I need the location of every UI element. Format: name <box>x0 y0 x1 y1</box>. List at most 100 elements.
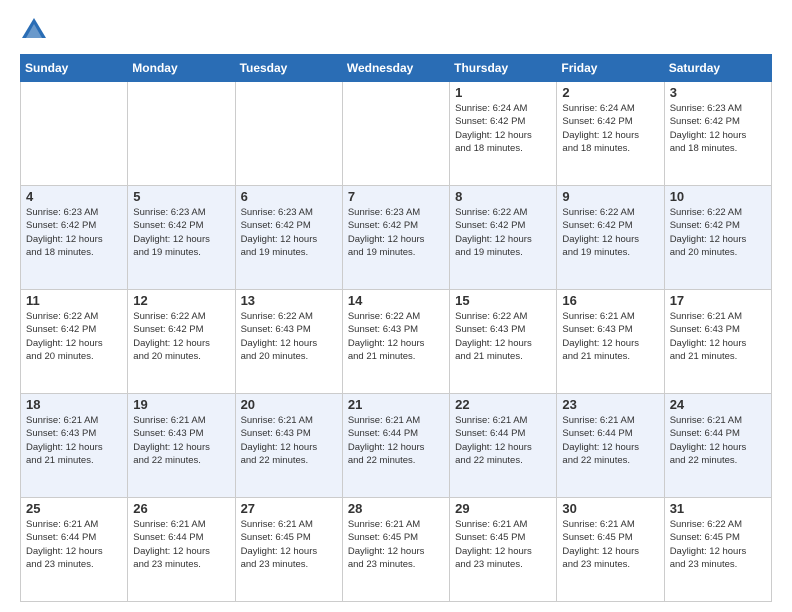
day-info: Sunrise: 6:21 AM Sunset: 6:43 PM Dayligh… <box>133 414 229 467</box>
page: SundayMondayTuesdayWednesdayThursdayFrid… <box>0 0 792 612</box>
day-number: 18 <box>26 397 122 412</box>
day-info: Sunrise: 6:22 AM Sunset: 6:43 PM Dayligh… <box>455 310 551 363</box>
day-info: Sunrise: 6:22 AM Sunset: 6:42 PM Dayligh… <box>455 206 551 259</box>
calendar-cell: 29 Sunrise: 6:21 AM Sunset: 6:45 PM Dayli… <box>450 498 557 602</box>
weekday-header-friday: Friday <box>557 55 664 82</box>
calendar-cell: 16Sunrise: 6:21 AM Sunset: 6:43 PM Dayli… <box>557 290 664 394</box>
calendar-cell: 22Sunrise: 6:21 AM Sunset: 6:44 PM Dayli… <box>450 394 557 498</box>
day-number: 27 <box>241 501 337 516</box>
day-number: 11 <box>26 293 122 308</box>
day-info: Sunrise: 6:24 AM Sunset: 6:42 PM Dayligh… <box>562 102 658 155</box>
calendar-cell: 20 Sunrise: 6:21 AM Sunset: 6:43 PM Dayli… <box>235 394 342 498</box>
day-number: 3 <box>670 85 766 100</box>
day-info: Sunrise: 6:22 AM Sunset: 6:42 PM Dayligh… <box>26 310 122 363</box>
day-number: 17 <box>670 293 766 308</box>
day-info: Sunrise: 6:23 AM Sunset: 6:42 PM Dayligh… <box>670 102 766 155</box>
calendar-cell: 6 Sunrise: 6:23 AM Sunset: 6:42 PM Daylig… <box>235 186 342 290</box>
calendar-cell: 2Sunrise: 6:24 AM Sunset: 6:42 PM Daylig… <box>557 82 664 186</box>
day-info: Sunrise: 6:22 AM Sunset: 6:43 PM Dayligh… <box>348 310 444 363</box>
calendar-cell: 25 Sunrise: 6:21 AM Sunset: 6:44 PM Dayli… <box>21 498 128 602</box>
day-number: 15 <box>455 293 551 308</box>
logo <box>20 16 52 44</box>
day-number: 13 <box>241 293 337 308</box>
day-number: 29 <box>455 501 551 516</box>
header <box>20 16 772 44</box>
day-number: 26 <box>133 501 229 516</box>
day-info: Sunrise: 6:23 AM Sunset: 6:42 PM Dayligh… <box>133 206 229 259</box>
calendar-cell: 26 Sunrise: 6:21 AM Sunset: 6:44 PM Dayli… <box>128 498 235 602</box>
calendar-cell: 24 Sunrise: 6:21 AM Sunset: 6:44 PM Dayli… <box>664 394 771 498</box>
calendar-cell: 7 Sunrise: 6:23 AM Sunset: 6:42 PM Daylig… <box>342 186 449 290</box>
day-info: Sunrise: 6:21 AM Sunset: 6:44 PM Dayligh… <box>26 518 122 571</box>
day-info: Sunrise: 6:21 AM Sunset: 6:43 PM Dayligh… <box>670 310 766 363</box>
calendar-cell: 12 Sunrise: 6:22 AM Sunset: 6:42 PM Dayli… <box>128 290 235 394</box>
calendar-cell: 28Sunrise: 6:21 AM Sunset: 6:45 PM Dayli… <box>342 498 449 602</box>
day-info: Sunrise: 6:23 AM Sunset: 6:42 PM Dayligh… <box>348 206 444 259</box>
day-number: 9 <box>562 189 658 204</box>
day-info: Sunrise: 6:21 AM Sunset: 6:45 PM Dayligh… <box>562 518 658 571</box>
day-number: 25 <box>26 501 122 516</box>
day-number: 10 <box>670 189 766 204</box>
calendar-cell: 11 Sunrise: 6:22 AM Sunset: 6:42 PM Dayli… <box>21 290 128 394</box>
day-number: 20 <box>241 397 337 412</box>
calendar-cell: 31 Sunrise: 6:22 AM Sunset: 6:45 PM Dayli… <box>664 498 771 602</box>
week-row-4: 18 Sunrise: 6:21 AM Sunset: 6:43 PM Dayli… <box>21 394 772 498</box>
calendar-cell <box>21 82 128 186</box>
day-number: 1 <box>455 85 551 100</box>
calendar-cell: 13 Sunrise: 6:22 AM Sunset: 6:43 PM Dayli… <box>235 290 342 394</box>
calendar-cell: 15 Sunrise: 6:22 AM Sunset: 6:43 PM Dayli… <box>450 290 557 394</box>
day-info: Sunrise: 6:22 AM Sunset: 6:43 PM Dayligh… <box>241 310 337 363</box>
day-info: Sunrise: 6:21 AM Sunset: 6:45 PM Dayligh… <box>241 518 337 571</box>
calendar-cell: 3 Sunrise: 6:23 AM Sunset: 6:42 PM Daylig… <box>664 82 771 186</box>
day-number: 31 <box>670 501 766 516</box>
weekday-header-row: SundayMondayTuesdayWednesdayThursdayFrid… <box>21 55 772 82</box>
calendar-cell <box>235 82 342 186</box>
day-number: 5 <box>133 189 229 204</box>
day-info: Sunrise: 6:22 AM Sunset: 6:42 PM Dayligh… <box>670 206 766 259</box>
calendar-cell <box>128 82 235 186</box>
day-number: 21 <box>348 397 444 412</box>
calendar-cell: 5 Sunrise: 6:23 AM Sunset: 6:42 PM Daylig… <box>128 186 235 290</box>
weekday-header-monday: Monday <box>128 55 235 82</box>
day-number: 4 <box>26 189 122 204</box>
calendar-cell: 10 Sunrise: 6:22 AM Sunset: 6:42 PM Dayli… <box>664 186 771 290</box>
calendar-cell <box>342 82 449 186</box>
day-number: 12 <box>133 293 229 308</box>
calendar-cell: 9 Sunrise: 6:22 AM Sunset: 6:42 PM Daylig… <box>557 186 664 290</box>
day-number: 6 <box>241 189 337 204</box>
week-row-5: 25 Sunrise: 6:21 AM Sunset: 6:44 PM Dayli… <box>21 498 772 602</box>
day-info: Sunrise: 6:21 AM Sunset: 6:44 PM Dayligh… <box>133 518 229 571</box>
day-number: 24 <box>670 397 766 412</box>
day-info: Sunrise: 6:21 AM Sunset: 6:43 PM Dayligh… <box>562 310 658 363</box>
weekday-header-tuesday: Tuesday <box>235 55 342 82</box>
day-number: 28 <box>348 501 444 516</box>
day-info: Sunrise: 6:22 AM Sunset: 6:42 PM Dayligh… <box>133 310 229 363</box>
day-number: 19 <box>133 397 229 412</box>
logo-icon <box>20 16 48 44</box>
day-info: Sunrise: 6:21 AM Sunset: 6:43 PM Dayligh… <box>241 414 337 467</box>
day-info: Sunrise: 6:21 AM Sunset: 6:44 PM Dayligh… <box>455 414 551 467</box>
weekday-header-sunday: Sunday <box>21 55 128 82</box>
day-info: Sunrise: 6:22 AM Sunset: 6:45 PM Dayligh… <box>670 518 766 571</box>
day-number: 30 <box>562 501 658 516</box>
day-number: 8 <box>455 189 551 204</box>
calendar-cell: 18Sunrise: 6:21 AM Sunset: 6:43 PM Dayli… <box>21 394 128 498</box>
weekday-header-thursday: Thursday <box>450 55 557 82</box>
day-info: Sunrise: 6:21 AM Sunset: 6:44 PM Dayligh… <box>348 414 444 467</box>
day-info: Sunrise: 6:21 AM Sunset: 6:44 PM Dayligh… <box>562 414 658 467</box>
week-row-3: 11 Sunrise: 6:22 AM Sunset: 6:42 PM Dayli… <box>21 290 772 394</box>
week-row-1: 1 Sunrise: 6:24 AM Sunset: 6:42 PM Daylig… <box>21 82 772 186</box>
calendar-cell: 8 Sunrise: 6:22 AM Sunset: 6:42 PM Daylig… <box>450 186 557 290</box>
day-info: Sunrise: 6:21 AM Sunset: 6:44 PM Dayligh… <box>670 414 766 467</box>
day-number: 7 <box>348 189 444 204</box>
calendar-cell: 21 Sunrise: 6:21 AM Sunset: 6:44 PM Dayli… <box>342 394 449 498</box>
day-info: Sunrise: 6:23 AM Sunset: 6:42 PM Dayligh… <box>26 206 122 259</box>
day-info: Sunrise: 6:22 AM Sunset: 6:42 PM Dayligh… <box>562 206 658 259</box>
weekday-header-wednesday: Wednesday <box>342 55 449 82</box>
day-info: Sunrise: 6:23 AM Sunset: 6:42 PM Dayligh… <box>241 206 337 259</box>
week-row-2: 4 Sunrise: 6:23 AM Sunset: 6:42 PM Daylig… <box>21 186 772 290</box>
day-number: 14 <box>348 293 444 308</box>
day-info: Sunrise: 6:21 AM Sunset: 6:45 PM Dayligh… <box>455 518 551 571</box>
calendar-cell: 4 Sunrise: 6:23 AM Sunset: 6:42 PM Daylig… <box>21 186 128 290</box>
day-number: 23 <box>562 397 658 412</box>
